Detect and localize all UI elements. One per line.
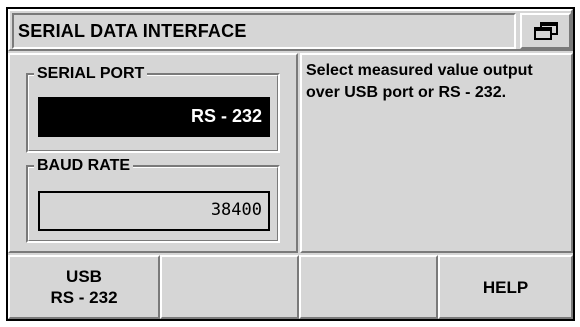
window-switch-button[interactable] [520,13,571,49]
baud-rate-group: BAUD RATE 38400 [26,156,280,243]
softkey-2[interactable] [160,255,299,319]
title-bar: SERIAL DATA INTERFACE [8,9,573,51]
serial-port-group: SERIAL PORT RS - 232 [26,64,280,153]
help-panel: Select measured value output over USB po… [300,53,573,253]
serial-data-interface-screen: SERIAL DATA INTERFACE SERIAL PORT RS - 2… [6,7,575,321]
softkey-label-line2: RS - 232 [50,288,118,307]
softkey-bar: USB RS - 232 HELP [8,255,573,319]
baud-rate-label: BAUD RATE [34,156,134,176]
softkey-label-line1: HELP [482,277,529,297]
softkey-3[interactable] [299,255,438,319]
windows-stack-icon [533,22,558,40]
baud-rate-field[interactable]: 38400 [38,191,270,231]
serial-port-field[interactable]: RS - 232 [38,97,270,137]
screen-title: SERIAL DATA INTERFACE [12,13,516,49]
settings-panel: SERIAL PORT RS - 232 BAUD RATE 38400 [8,53,298,253]
serial-port-label: SERIAL PORT [34,64,148,84]
softkey-help[interactable]: HELP [438,255,573,319]
softkey-usb-rs232[interactable]: USB RS - 232 [8,255,160,319]
softkey-label-line1: USB [66,267,102,286]
help-text: Select measured value output over USB po… [306,62,533,101]
